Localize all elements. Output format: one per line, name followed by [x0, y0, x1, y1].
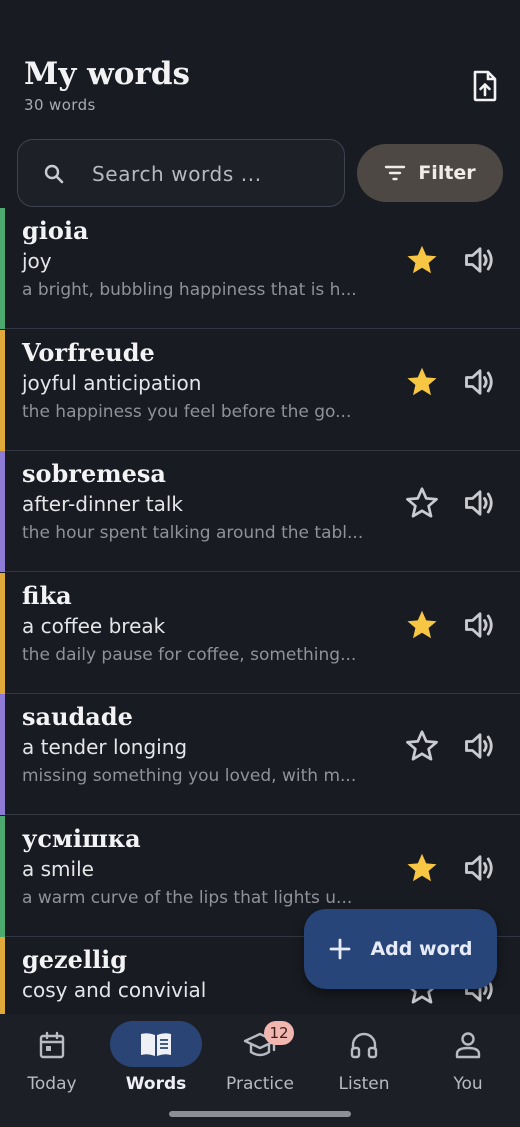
search-box[interactable] [17, 139, 345, 207]
speaker-icon[interactable] [462, 850, 498, 886]
nav-label-practice: Practice [226, 1074, 294, 1094]
star-filled-icon[interactable] [404, 364, 440, 400]
speaker-icon[interactable] [462, 485, 498, 521]
nav-item-words[interactable]: Words [104, 1014, 208, 1114]
word-description: a warm curve of the lips that lights u..… [22, 887, 353, 908]
star-outline-icon[interactable] [404, 485, 440, 521]
filter-button[interactable]: Filter [357, 144, 503, 202]
nav-item-you[interactable]: You [416, 1014, 520, 1114]
word-description: a bright, bubbling happiness that is h..… [22, 280, 357, 300]
word-description: missing something you loved, with m... [22, 766, 357, 786]
nav-label-you: You [453, 1074, 483, 1094]
word-title: sobremesa [22, 459, 166, 488]
word-title: gioia [22, 216, 89, 245]
category-accent [0, 572, 5, 694]
person-icon [455, 1032, 481, 1059]
word-translation: joy [22, 249, 52, 273]
category-accent [0, 329, 5, 451]
filter-icon [385, 165, 406, 181]
word-translation: after-dinner talk [22, 492, 183, 516]
word-description: the daily pause for coffee, something... [22, 644, 357, 665]
word-translation: cosy and convivial [22, 978, 207, 1002]
word-row[interactable]: gioia joy a bright, bubbling happiness tha… [0, 208, 520, 329]
headphones-icon [350, 1032, 378, 1059]
practice-badge: 12 [264, 1021, 294, 1045]
category-accent [0, 694, 5, 815]
word-row[interactable]: Vorfreude joyful anticipation the happines… [0, 329, 520, 451]
filter-label: Filter [418, 162, 476, 184]
home-indicator[interactable] [169, 1111, 351, 1117]
word-title: Vorfreude [22, 337, 155, 367]
speaker-icon[interactable] [462, 607, 498, 643]
word-title: saudade [22, 702, 133, 731]
word-translation: a coffee break [22, 613, 166, 638]
word-row[interactable]: fika a coffee break the daily pause for co… [0, 572, 520, 694]
page-title: My words [24, 56, 190, 92]
add-word-label: Add word [370, 938, 473, 960]
word-row[interactable]: saudade a tender longing missing something… [0, 694, 520, 815]
word-translation: joyful anticipation [22, 370, 202, 395]
star-outline-icon[interactable] [404, 728, 440, 764]
add-word-button[interactable]: Add word [304, 909, 497, 989]
plus-icon [330, 938, 351, 960]
word-translation: a tender longing [22, 735, 188, 759]
star-filled-icon[interactable] [404, 607, 440, 643]
speaker-icon[interactable] [462, 242, 498, 278]
word-title: fika [22, 580, 72, 610]
speaker-icon[interactable] [462, 364, 498, 400]
word-count: 30 words [24, 96, 96, 114]
category-accent [0, 815, 5, 937]
word-list: gioia joy a bright, bubbling happiness tha… [0, 208, 520, 1014]
search-icon [44, 164, 64, 184]
nav-label-words: Words [125, 1074, 187, 1094]
speaker-icon[interactable] [462, 728, 498, 764]
export-button[interactable] [466, 66, 504, 106]
word-title: усмішка [22, 823, 141, 853]
nav-item-practice[interactable]: 12 Practice [208, 1014, 312, 1114]
export-upload-icon [473, 70, 497, 102]
category-accent [0, 451, 5, 572]
book-icon [141, 1033, 171, 1056]
calendar-icon [39, 1031, 65, 1059]
nav-label-today: Today [27, 1074, 77, 1094]
search-input[interactable] [92, 154, 332, 194]
nav-item-listen[interactable]: Listen [312, 1014, 416, 1114]
category-accent [0, 208, 5, 329]
word-row[interactable]: sobremesa after-dinner talk the hour spent… [0, 451, 520, 572]
word-description: the hour spent talking around the tabl..… [22, 523, 364, 543]
word-description: the happiness you feel before the go... [22, 401, 352, 422]
star-filled-icon[interactable] [404, 242, 440, 278]
word-translation: a smile [22, 856, 94, 881]
nav-item-today[interactable]: Today [0, 1014, 104, 1114]
star-filled-icon[interactable] [404, 850, 440, 886]
nav-label-listen: Listen [338, 1074, 390, 1094]
word-title: gezellig [22, 945, 128, 974]
category-accent [0, 937, 5, 1014]
